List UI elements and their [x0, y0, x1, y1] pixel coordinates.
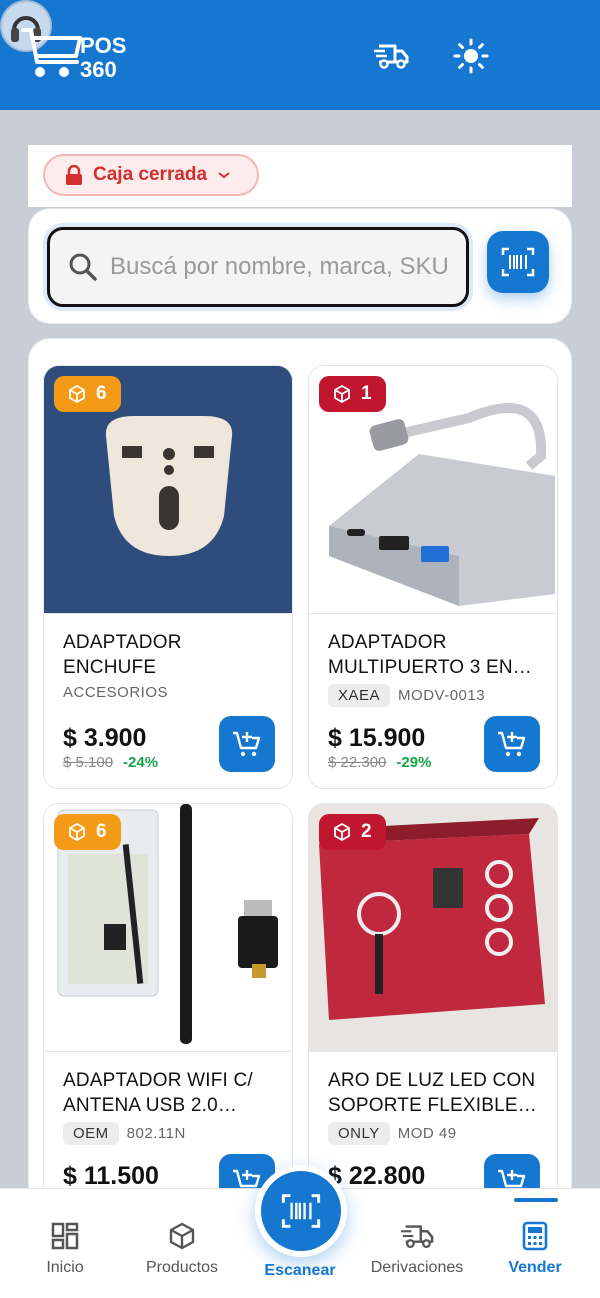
box-icon [69, 823, 85, 841]
brand-chip: XAEA [328, 684, 391, 707]
nav-label: Productos [145, 1259, 219, 1276]
stock-badge: 2 [319, 814, 386, 850]
dashboard-icon [51, 1222, 79, 1250]
cash-register-status-label: Caja cerrada [93, 164, 208, 185]
product-name: ADAPTADOR ENCHUFE [63, 632, 182, 678]
product-tags: XAEA MODV-0013 [328, 684, 485, 707]
stock-count: 1 [361, 383, 372, 404]
stock-count: 6 [96, 383, 107, 404]
product-price: $ 3.900 [63, 724, 147, 752]
product-card[interactable]: 6 ADAPTADOR WIFI C/ ANTENA USB 2.0… OEM … [43, 803, 293, 1227]
product-name: ARO DE LUZ LED CON SOPORTE FLEXIBLE… [328, 1070, 537, 1116]
product-card[interactable]: 2 ARO DE LUZ LED CON SOPORTE FLEXIBLE… O… [308, 803, 558, 1227]
app-header: POS 360 [0, 0, 600, 110]
price-discount-row: $ 22.300 -29% [328, 754, 431, 771]
cash-register-status-dropdown[interactable]: Caja cerrada [43, 154, 259, 196]
product-price: $ 11.500 [63, 1162, 159, 1190]
old-price: $ 5.100 [63, 754, 114, 771]
discount: -29% [396, 754, 432, 771]
nav-label: Derivaciones [370, 1259, 464, 1276]
brand-chip: ONLY [328, 1122, 390, 1145]
search-icon [69, 253, 97, 281]
stock-badge: 1 [319, 376, 386, 412]
product-image: 6 [44, 366, 292, 614]
truck-icon [374, 44, 409, 69]
lock-icon [66, 165, 82, 185]
barcode-scan-icon [501, 247, 535, 277]
discount: -24% [123, 754, 159, 771]
stock-badge: 6 [54, 814, 121, 850]
product-price: $ 15.900 [328, 724, 426, 752]
old-price: $ 22.300 [328, 754, 387, 771]
truck-icon [400, 1225, 434, 1248]
price-discount-row: $ 5.100 -24% [63, 754, 158, 771]
product-card[interactable]: 1 ADAPTADOR MULTIPUERTO 3 EN… XAEA MODV-… [308, 365, 558, 789]
nav-item-inicio[interactable]: Inicio [5, 1219, 125, 1277]
product-name: ADAPTADOR WIFI C/ ANTENA USB 2.0… [63, 1070, 253, 1116]
barcode-scan-icon [281, 1194, 321, 1228]
product-image: 2 [309, 804, 557, 1052]
calculator-icon [522, 1221, 548, 1251]
product-category: ACCESORIOS [63, 684, 169, 701]
add-to-cart-button[interactable] [219, 716, 275, 772]
product-image: 6 [44, 804, 292, 1052]
add-cart-icon [233, 731, 261, 757]
box-icon [334, 385, 350, 403]
logo-text-line2: 360 [80, 57, 117, 82]
search-box[interactable] [47, 227, 469, 307]
nav-label: Inicio [46, 1259, 84, 1276]
product-model: MODV-0013 [398, 687, 486, 704]
pos360-logo[interactable]: POS 360 [20, 26, 144, 82]
search-card [28, 208, 572, 324]
nav-item-vender[interactable]: Vender [475, 1219, 595, 1277]
product-tags: ONLY MOD 49 [328, 1122, 457, 1145]
stock-count: 2 [361, 821, 372, 842]
box-icon [69, 385, 85, 403]
sun-icon [453, 38, 489, 74]
add-cart-icon [498, 731, 526, 757]
theme-toggle-button[interactable] [445, 30, 497, 82]
product-card[interactable]: 6 ADAPTADOR ENCHUFE ACCESORIOS $ 3.900 $… [43, 365, 293, 789]
product-tags: OEM 802.11N [63, 1122, 186, 1145]
box-icon [334, 823, 350, 841]
product-tags: ACCESORIOS [63, 684, 168, 701]
logo-text-line1: POS [80, 33, 126, 58]
deliveries-button[interactable] [365, 30, 417, 82]
nav-label: Vender [508, 1259, 562, 1276]
product-image: 1 [309, 366, 557, 614]
nav-item-derivaciones[interactable]: Derivaciones [357, 1219, 477, 1277]
active-tab-indicator [514, 1198, 558, 1202]
search-input[interactable] [110, 253, 450, 281]
add-to-cart-button[interactable] [484, 716, 540, 772]
nav-item-productos[interactable]: Productos [122, 1219, 242, 1277]
stock-count: 6 [96, 821, 107, 842]
cash-register-bar: Caja cerrada [28, 145, 572, 207]
product-model: 802.11N [126, 1125, 186, 1142]
chevron-down-icon [218, 172, 230, 179]
product-grid: 6 ADAPTADOR ENCHUFE ACCESORIOS $ 3.900 $… [28, 338, 572, 1238]
barcode-scan-button[interactable] [487, 231, 549, 293]
product-model: MOD 49 [397, 1125, 457, 1142]
box-icon [169, 1222, 195, 1250]
scan-fab-button[interactable] [255, 1165, 347, 1257]
scan-fab-label: Escanear [264, 1262, 336, 1279]
stock-badge: 6 [54, 376, 121, 412]
product-name: ADAPTADOR MULTIPUERTO 3 EN… [328, 632, 532, 678]
product-price: $ 22.800 [328, 1162, 426, 1190]
brand-chip: OEM [63, 1122, 119, 1145]
